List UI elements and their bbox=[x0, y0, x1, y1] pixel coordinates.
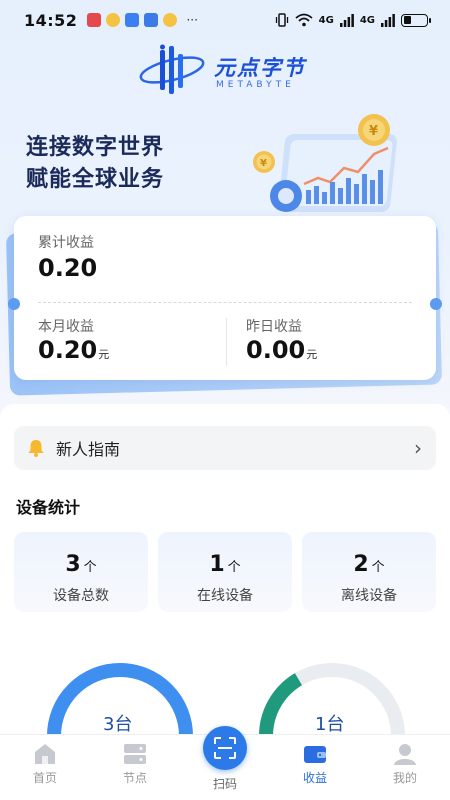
stat-label: 设备总数 bbox=[53, 588, 109, 604]
metabyte-logo-icon bbox=[139, 44, 205, 94]
guide-label: 新人指南 bbox=[56, 440, 121, 459]
finance-illustration: ¥ ¥ bbox=[253, 114, 397, 212]
stat-number: 1 bbox=[209, 552, 225, 577]
stat-value: 3个 bbox=[14, 552, 148, 577]
card-notch-right bbox=[430, 298, 442, 310]
tab-label: 首页 bbox=[32, 771, 57, 785]
stat-number: 2 bbox=[353, 552, 369, 577]
signal-icon bbox=[381, 13, 395, 27]
slogan: 连接数字世界 赋能全球业务 bbox=[26, 132, 164, 196]
chevron-right-icon: › bbox=[414, 436, 422, 460]
stat-value: 1个 bbox=[158, 552, 292, 577]
status-time: 14:52 bbox=[24, 10, 78, 30]
month-earnings: 0.20元 bbox=[38, 336, 109, 364]
card-divider bbox=[38, 302, 412, 303]
logo-title: 元点字节 bbox=[214, 56, 306, 80]
total-earnings-value: 0.20 bbox=[38, 254, 98, 282]
yesterday-earnings-value: 0.00 bbox=[246, 336, 306, 364]
svg-text:¥: ¥ bbox=[369, 124, 378, 139]
device-stats-title: 设备统计 bbox=[16, 498, 81, 517]
scan-icon bbox=[214, 737, 236, 759]
online-devices-gauge-label: 1台 bbox=[315, 714, 345, 735]
app-notification-icon bbox=[87, 13, 102, 27]
bell-icon bbox=[28, 440, 44, 457]
user-icon bbox=[394, 744, 416, 765]
tab-home[interactable]: 首页 bbox=[15, 743, 75, 786]
month-earnings-value: 0.20 bbox=[38, 336, 98, 364]
more-notifications-icon: ··· bbox=[186, 13, 198, 27]
yesterday-earnings-unit: 元 bbox=[306, 348, 318, 361]
stat-online-devices[interactable]: 1个 在线设备 bbox=[158, 532, 292, 612]
month-earnings-unit: 元 bbox=[98, 348, 110, 361]
tab-profile[interactable]: 我的 bbox=[375, 743, 435, 786]
total-devices-gauge-label: 3台 bbox=[103, 714, 133, 735]
weibo-icon bbox=[106, 13, 121, 27]
total-earnings-label: 累计收益 bbox=[38, 235, 94, 251]
server-icon bbox=[124, 744, 146, 764]
month-earnings-label: 本月收益 bbox=[38, 319, 94, 335]
status-bar: 14:52 ··· 4G 4G bbox=[0, 0, 450, 40]
wifi-icon bbox=[295, 13, 313, 27]
card-vertical-divider bbox=[226, 318, 227, 366]
stat-label: 在线设备 bbox=[197, 588, 253, 604]
stat-unit: 个 bbox=[83, 560, 97, 575]
scan-label: 扫码 bbox=[212, 777, 237, 791]
battery-icon bbox=[401, 13, 431, 27]
status-system-icons: 4G 4G bbox=[275, 13, 431, 27]
yesterday-earnings-label: 昨日收益 bbox=[246, 319, 302, 335]
new-user-guide-button[interactable]: 新人指南 › bbox=[14, 426, 436, 470]
wallet-icon bbox=[304, 746, 326, 763]
slogan-line-1: 连接数字世界 bbox=[26, 135, 165, 160]
stat-total-devices[interactable]: 3个 设备总数 bbox=[14, 532, 148, 612]
tab-label: 节点 bbox=[122, 771, 147, 785]
stat-label: 离线设备 bbox=[341, 588, 397, 604]
signal-icon bbox=[339, 13, 354, 27]
signal-label-1: 4G bbox=[318, 14, 334, 26]
earnings-card: 累计收益 0.20 本月收益 0.20元 昨日收益 0.00元 bbox=[8, 216, 442, 380]
home-icon bbox=[35, 744, 55, 764]
slogan-line-2: 赋能全球业务 bbox=[26, 167, 165, 192]
tab-earnings[interactable]: 收益 bbox=[285, 743, 345, 786]
stat-offline-devices[interactable]: 2个 离线设备 bbox=[302, 532, 436, 612]
svg-text:¥: ¥ bbox=[260, 158, 267, 169]
weibo-icon bbox=[163, 13, 178, 27]
tab-nodes[interactable]: 节点 bbox=[105, 743, 165, 786]
status-notification-icons: ··· bbox=[87, 13, 198, 27]
stat-unit: 个 bbox=[227, 560, 241, 575]
tab-label: 收益 bbox=[302, 771, 327, 785]
stat-number: 3 bbox=[65, 552, 81, 577]
scan-button[interactable] bbox=[203, 726, 247, 770]
stat-unit: 个 bbox=[371, 560, 385, 575]
yesterday-earnings: 0.00元 bbox=[246, 336, 317, 364]
shield-notification-icon bbox=[144, 13, 159, 27]
card-notch-left bbox=[8, 298, 20, 310]
signal-label-2: 4G bbox=[359, 14, 375, 26]
app-logo: 元点字节 METABYTE bbox=[138, 44, 318, 96]
battery-level bbox=[403, 16, 412, 24]
logo-subtitle: METABYTE bbox=[216, 80, 295, 90]
stat-value: 2个 bbox=[302, 552, 436, 577]
tab-label: 我的 bbox=[392, 771, 417, 785]
app-notification-icon bbox=[125, 13, 140, 27]
vibrate-icon bbox=[275, 13, 288, 27]
